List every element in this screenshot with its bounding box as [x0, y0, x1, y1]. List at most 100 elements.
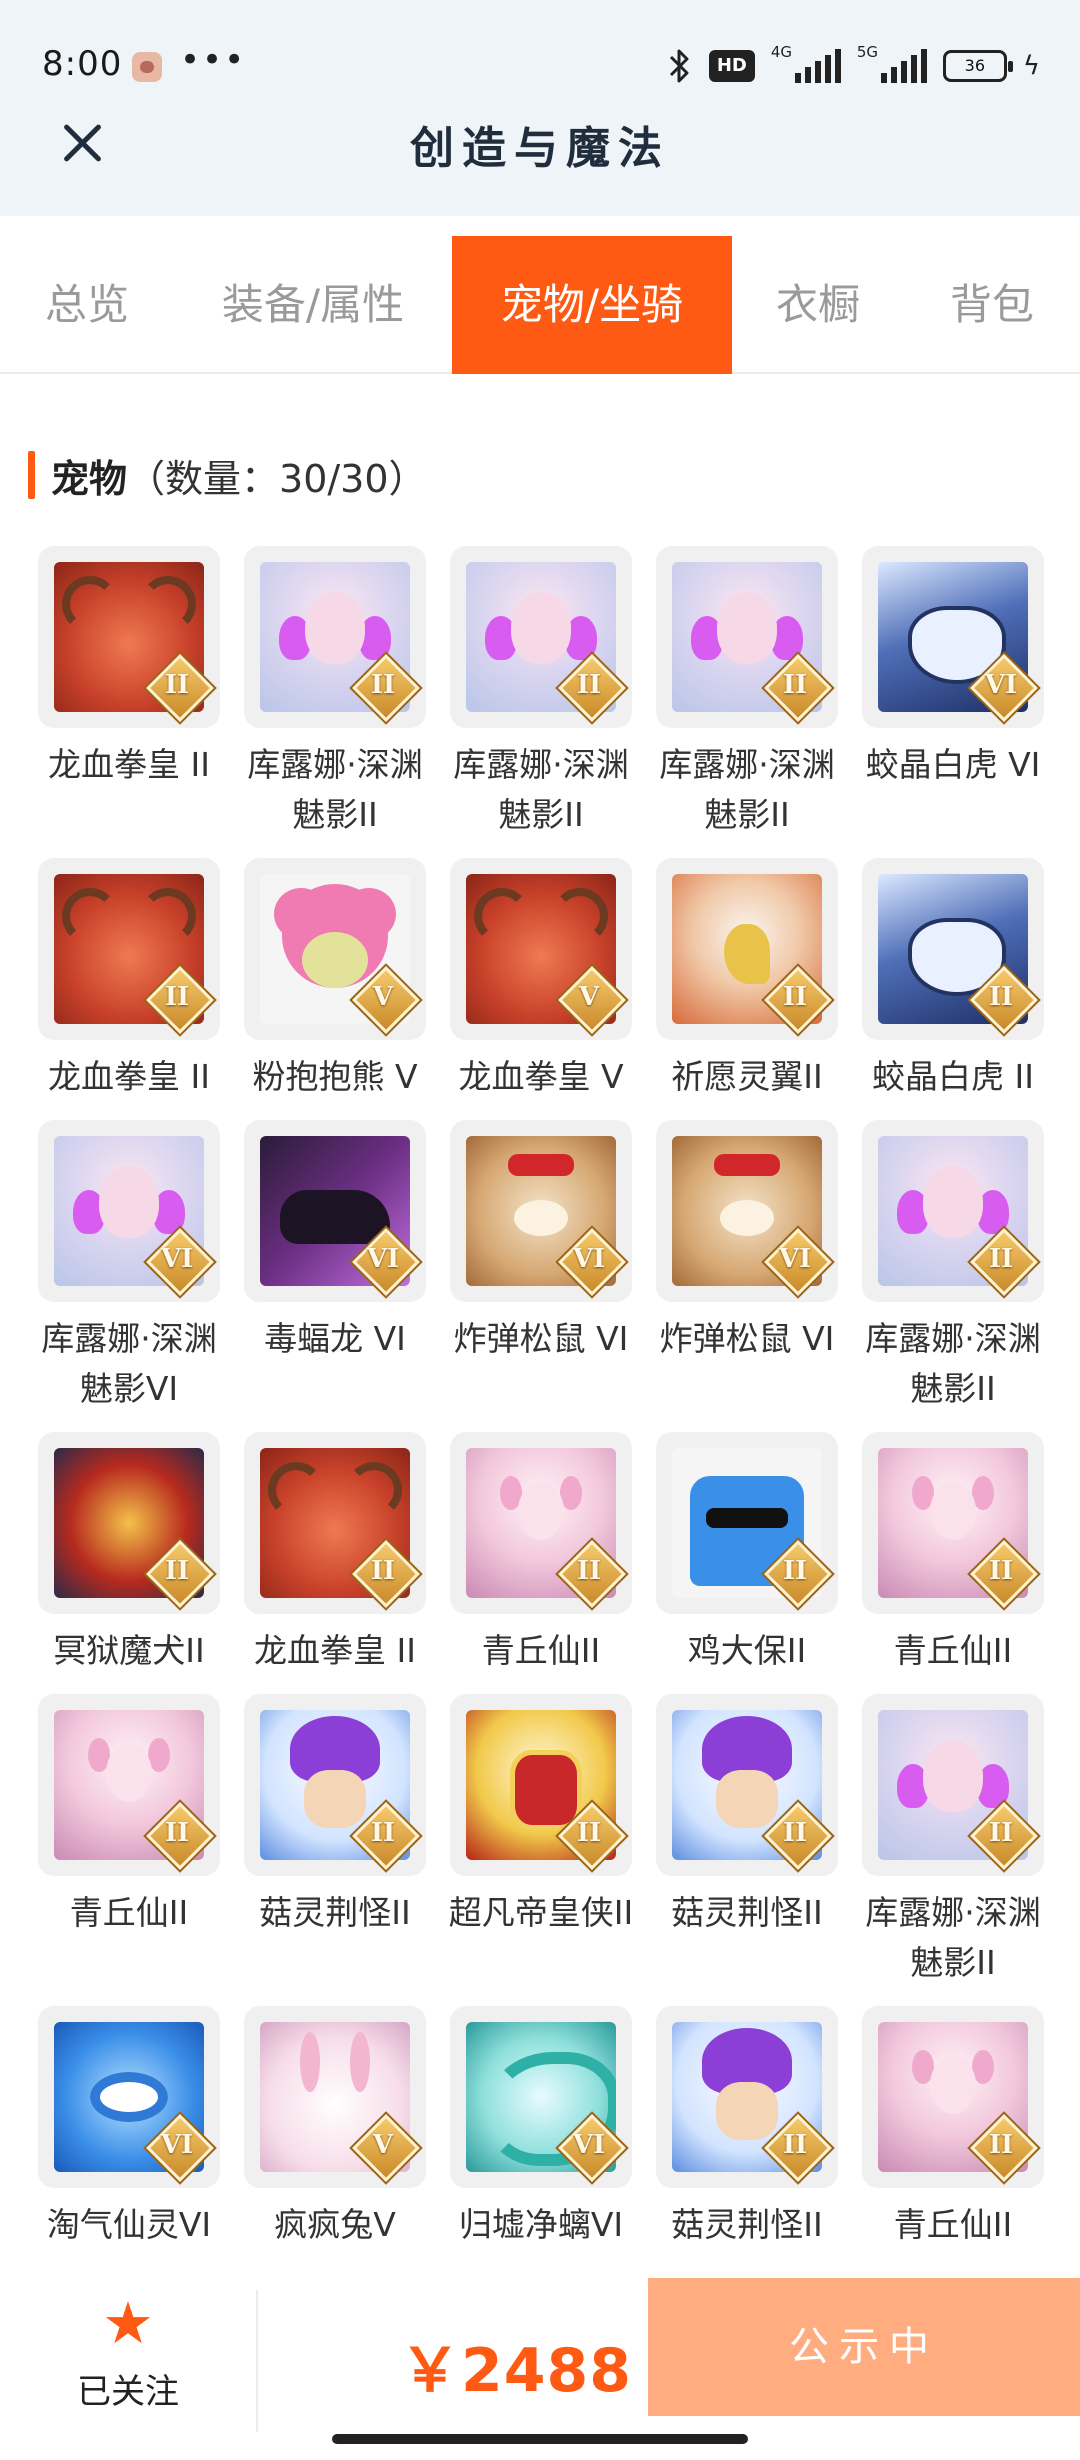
tier-label: II — [988, 982, 1014, 1012]
pet-thumbnail: II — [862, 1432, 1044, 1614]
pet-card[interactable]: VI 库露娜·深渊魅影VI — [26, 1120, 232, 1432]
pet-card[interactable]: II 龙血拳皇 II — [26, 546, 232, 858]
pet-thumbnail: VI — [244, 1120, 426, 1302]
tier-badge-icon: VI — [560, 1230, 618, 1288]
pet-card[interactable]: II 鸡大保II — [644, 1432, 850, 1694]
tier-label: II — [782, 2130, 808, 2160]
tier-badge-icon: VI — [766, 1230, 824, 1288]
tab-equipment[interactable]: 装备/属性 — [174, 236, 452, 374]
pet-name: 库露娜·深渊魅影II — [453, 745, 629, 834]
tier-badge-icon: VI — [148, 2116, 206, 2174]
status-bar: 8:00 ••• HD 4G 5G 36 ϟ — [0, 0, 1080, 118]
tier-badge-icon: II — [766, 1542, 824, 1600]
pet-thumbnail: II — [862, 1694, 1044, 1876]
tier-badge-icon: II — [766, 656, 824, 714]
pet-card[interactable]: II 超凡帝皇侠II — [438, 1694, 644, 2006]
pet-card[interactable]: II 菇灵荆怪II — [644, 1694, 850, 2006]
tier-label: VI — [160, 1244, 194, 1274]
tier-badge-icon: II — [354, 656, 412, 714]
pet-thumbnail: VI — [450, 1120, 632, 1302]
pet-name: 库露娜·深渊魅影II — [865, 1893, 1041, 1982]
tier-label: VI — [778, 1244, 812, 1274]
tab-wardrobe[interactable]: 衣橱 — [732, 236, 904, 374]
pet-card[interactable]: II 祈愿灵翼II — [644, 858, 850, 1120]
tier-badge-icon: II — [972, 1230, 1030, 1288]
star-icon: ★ — [102, 2289, 154, 2357]
pet-card[interactable]: II 库露娜·深渊魅影II — [850, 1694, 1056, 2006]
pet-thumbnail: II — [38, 1432, 220, 1614]
pet-card[interactable]: II 蛟晶白虎 II — [850, 858, 1056, 1120]
pet-thumbnail: II — [656, 546, 838, 728]
tier-badge-icon: II — [972, 1804, 1030, 1862]
tier-label: II — [164, 982, 190, 1012]
pet-card[interactable]: II 青丘仙II — [26, 1694, 232, 2006]
pet-card[interactable]: VI 炸弹松鼠 VI — [438, 1120, 644, 1432]
pet-card[interactable]: II 青丘仙II — [438, 1432, 644, 1694]
tier-label: II — [988, 1556, 1014, 1586]
pet-card[interactable]: II 冥狱魔犬II — [26, 1432, 232, 1694]
pet-name: 龙血拳皇 II — [48, 1057, 210, 1096]
tier-label: VI — [160, 2130, 194, 2160]
pet-thumbnail: II — [244, 546, 426, 728]
tab-backpack[interactable]: 背包 — [904, 236, 1080, 374]
pet-thumbnail: II — [656, 1432, 838, 1614]
pet-card[interactable]: II 龙血拳皇 II — [26, 858, 232, 1120]
pet-card[interactable]: II 库露娜·深渊魅影II — [438, 546, 644, 858]
pet-name: 鸡大保II — [687, 1631, 807, 1670]
tier-label: II — [576, 1556, 602, 1586]
status-time: 8:00 — [42, 44, 123, 84]
pet-name: 青丘仙II — [69, 1893, 189, 1932]
tier-label: II — [164, 1556, 190, 1586]
pet-card[interactable]: V 粉抱抱熊 V — [232, 858, 438, 1120]
tier-label: II — [164, 670, 190, 700]
pet-card[interactable]: VI 归墟净螭VI — [438, 2006, 644, 2268]
tier-badge-icon: II — [560, 1542, 618, 1600]
tier-badge-icon: II — [148, 656, 206, 714]
section-title: 宠物 — [51, 456, 128, 501]
pet-card[interactable]: II 库露娜·深渊魅影II — [644, 546, 850, 858]
pet-grid: II 龙血拳皇 II II 库露娜·深渊魅影II II 库露娜·深渊魅影II II 库露娜·深… — [26, 546, 1056, 2268]
pet-thumbnail: VI — [862, 546, 1044, 728]
pet-card[interactable]: II 库露娜·深渊魅影II — [850, 1120, 1056, 1432]
tier-label: II — [988, 1818, 1014, 1848]
hd-voice-icon: HD — [708, 50, 755, 82]
pet-card[interactable]: II 青丘仙II — [850, 2006, 1056, 2268]
pet-thumbnail: V — [450, 858, 632, 1040]
tab-pets-mounts[interactable]: 宠物/坐骑 — [452, 236, 732, 374]
pet-card[interactable]: II 菇灵荆怪II — [232, 1694, 438, 2006]
tier-badge-icon: VI — [972, 656, 1030, 714]
pet-card[interactable]: VI 蛟晶白虎 VI — [850, 546, 1056, 858]
pet-name: 龙血拳皇 II — [254, 1631, 416, 1670]
pet-card[interactable]: V 龙血拳皇 V — [438, 858, 644, 1120]
pet-name: 粉抱抱熊 V — [252, 1057, 418, 1096]
signal-4g-label: 4G — [770, 43, 793, 61]
tab-overview[interactable]: 总览 — [0, 236, 174, 374]
pet-name: 蛟晶白虎 II — [872, 1057, 1034, 1096]
follow-button[interactable]: ★ 已关注 — [30, 2289, 226, 2436]
battery-level: 36 — [964, 56, 986, 75]
pet-card[interactable]: VI 毒蝠龙 VI — [232, 1120, 438, 1432]
pet-card[interactable]: V 疯疯兔V — [232, 2006, 438, 2268]
tier-label: VI — [984, 670, 1018, 700]
pet-thumbnail: VI — [38, 2006, 220, 2188]
tab-bar: 总览 装备/属性 宠物/坐骑 衣橱 背包 — [0, 236, 1080, 374]
tier-label: II — [370, 670, 396, 700]
pet-name: 库露娜·深渊魅影II — [659, 745, 835, 834]
pet-thumbnail: VI — [450, 2006, 632, 2188]
pet-name: 疯疯兔V — [274, 2205, 396, 2244]
pet-card[interactable]: II 菇灵荆怪II — [644, 2006, 850, 2268]
signal-4g-icon: 4G — [771, 43, 841, 85]
tier-label: V — [372, 2130, 394, 2160]
publicity-status-button[interactable]: 公示中 — [648, 2278, 1080, 2416]
pet-card[interactable]: II 库露娜·深渊魅影II — [232, 546, 438, 858]
pet-thumbnail: II — [38, 1694, 220, 1876]
pet-thumbnail: II — [656, 1694, 838, 1876]
pet-card[interactable]: II 青丘仙II — [850, 1432, 1056, 1694]
pet-name: 库露娜·深渊魅影II — [247, 745, 423, 834]
pet-card[interactable]: VI 淘气仙灵VI — [26, 2006, 232, 2268]
pet-card[interactable]: VI 炸弹松鼠 VI — [644, 1120, 850, 1432]
tier-badge-icon: V — [354, 2116, 412, 2174]
tier-badge-icon: V — [560, 968, 618, 1026]
home-indicator[interactable] — [332, 2434, 748, 2444]
pet-card[interactable]: II 龙血拳皇 II — [232, 1432, 438, 1694]
